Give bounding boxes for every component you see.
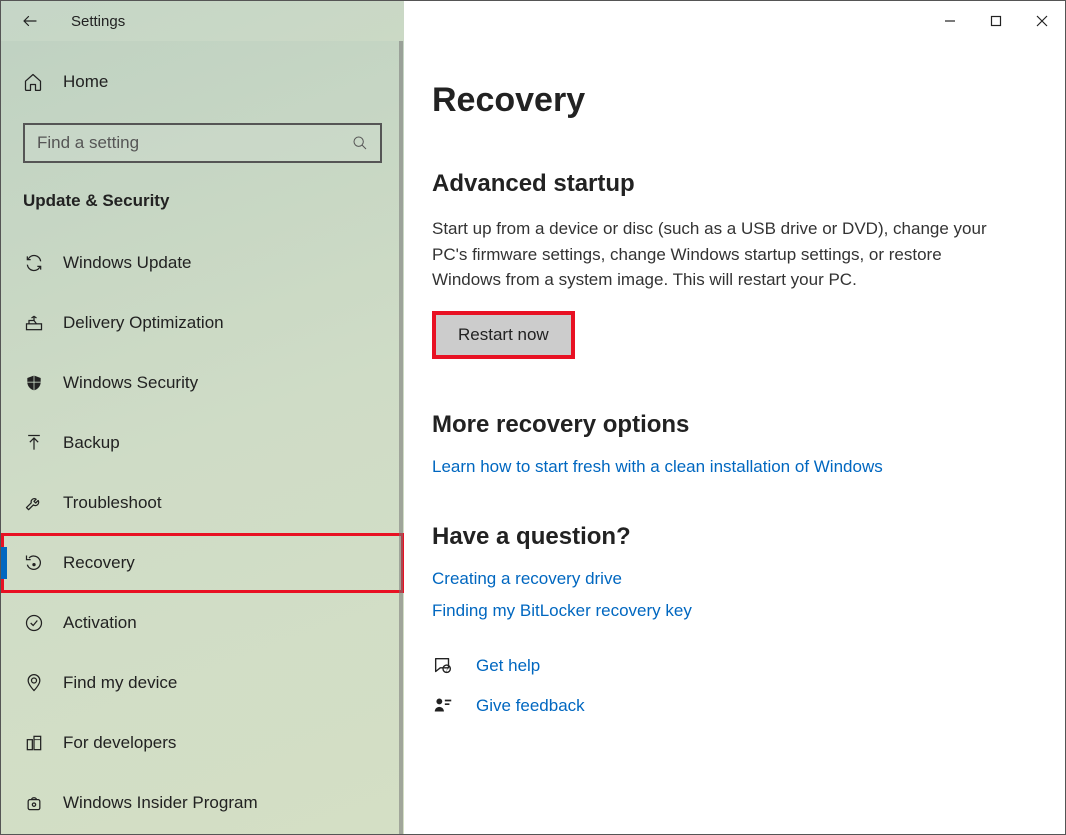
backup-icon (23, 433, 45, 453)
sidebar: Home Update & Security Windows Update Del… (1, 41, 404, 834)
recovery-icon (23, 553, 45, 573)
wrench-icon (23, 493, 45, 513)
sidebar-item-label: Backup (63, 433, 120, 453)
window-controls (404, 1, 1065, 41)
get-help-row: ? Get help (432, 655, 1025, 677)
advanced-startup-heading: Advanced startup (432, 170, 1025, 198)
arrow-left-icon (21, 12, 39, 30)
sidebar-item-backup[interactable]: Backup (1, 413, 404, 473)
have-a-question-heading: Have a question? (432, 523, 1025, 551)
bitlocker-key-link[interactable]: Finding my BitLocker recovery key (432, 601, 1025, 621)
get-help-link[interactable]: Get help (476, 656, 540, 676)
sidebar-item-recovery[interactable]: Recovery (1, 533, 404, 593)
sidebar-item-label: Delivery Optimization (63, 313, 224, 333)
advanced-startup-desc: Start up from a device or disc (such as … (432, 216, 1012, 293)
sidebar-item-label: For developers (63, 733, 176, 753)
sidebar-item-windows-insider-program[interactable]: Windows Insider Program (1, 773, 404, 833)
sidebar-item-label: Windows Update (63, 253, 192, 273)
fresh-install-link[interactable]: Learn how to start fresh with a clean in… (432, 457, 1025, 477)
search-icon (352, 135, 368, 151)
home-icon (23, 72, 45, 92)
minimize-button[interactable] (927, 1, 973, 41)
close-icon (1036, 15, 1048, 27)
body: Home Update & Security Windows Update Del… (1, 41, 1065, 834)
minimize-icon (944, 15, 956, 27)
content: Recovery Advanced startup Start up from … (404, 41, 1065, 834)
sidebar-item-windows-update[interactable]: Windows Update (1, 233, 404, 293)
sidebar-item-label: Troubleshoot (63, 493, 162, 513)
sidebar-item-activation[interactable]: Activation (1, 593, 404, 653)
sync-icon (23, 253, 45, 273)
sidebar-item-for-developers[interactable]: For developers (1, 713, 404, 773)
sidebar-item-label: Activation (63, 613, 137, 633)
sidebar-item-delivery-optimization[interactable]: Delivery Optimization (1, 293, 404, 353)
check-circle-icon (23, 613, 45, 633)
restart-now-button[interactable]: Restart now (436, 315, 571, 355)
svg-text:?: ? (445, 667, 448, 673)
titlebar-left: Settings (1, 1, 404, 41)
sidebar-item-label: Find my device (63, 673, 177, 693)
sidebar-item-label: Windows Security (63, 373, 198, 393)
sidebar-category: Update & Security (1, 191, 404, 211)
insider-icon (23, 793, 45, 813)
sidebar-item-label: Windows Insider Program (63, 793, 258, 813)
chat-icon: ? (432, 655, 458, 677)
restart-now-highlight: Restart now (432, 311, 575, 359)
developers-icon (23, 733, 45, 753)
sidebar-home[interactable]: Home (1, 59, 404, 105)
titlebar: Settings (1, 1, 1065, 41)
sidebar-nav: Windows Update Delivery Optimization Windo… (1, 233, 404, 833)
recovery-drive-link[interactable]: Creating a recovery drive (432, 569, 1025, 589)
settings-window: Settings Home (0, 0, 1066, 835)
give-feedback-row: Give feedback (432, 695, 1025, 717)
feedback-icon (432, 695, 458, 717)
delivery-icon (23, 313, 45, 333)
shield-icon (23, 373, 45, 393)
location-icon (23, 673, 45, 693)
back-button[interactable] (13, 4, 47, 38)
search-input[interactable] (37, 133, 352, 153)
sidebar-item-label: Recovery (63, 553, 135, 573)
page-title: Recovery (432, 81, 1025, 120)
sidebar-item-troubleshoot[interactable]: Troubleshoot (1, 473, 404, 533)
maximize-icon (990, 15, 1002, 27)
sidebar-item-windows-security[interactable]: Windows Security (1, 353, 404, 413)
maximize-button[interactable] (973, 1, 1019, 41)
sidebar-scrollbar[interactable] (399, 41, 403, 834)
sidebar-item-find-my-device[interactable]: Find my device (1, 653, 404, 713)
sidebar-home-label: Home (63, 72, 108, 92)
search-wrap (23, 123, 382, 163)
give-feedback-link[interactable]: Give feedback (476, 696, 585, 716)
more-recovery-heading: More recovery options (432, 411, 1025, 439)
search-box[interactable] (23, 123, 382, 163)
window-title: Settings (71, 13, 125, 30)
close-button[interactable] (1019, 1, 1065, 41)
